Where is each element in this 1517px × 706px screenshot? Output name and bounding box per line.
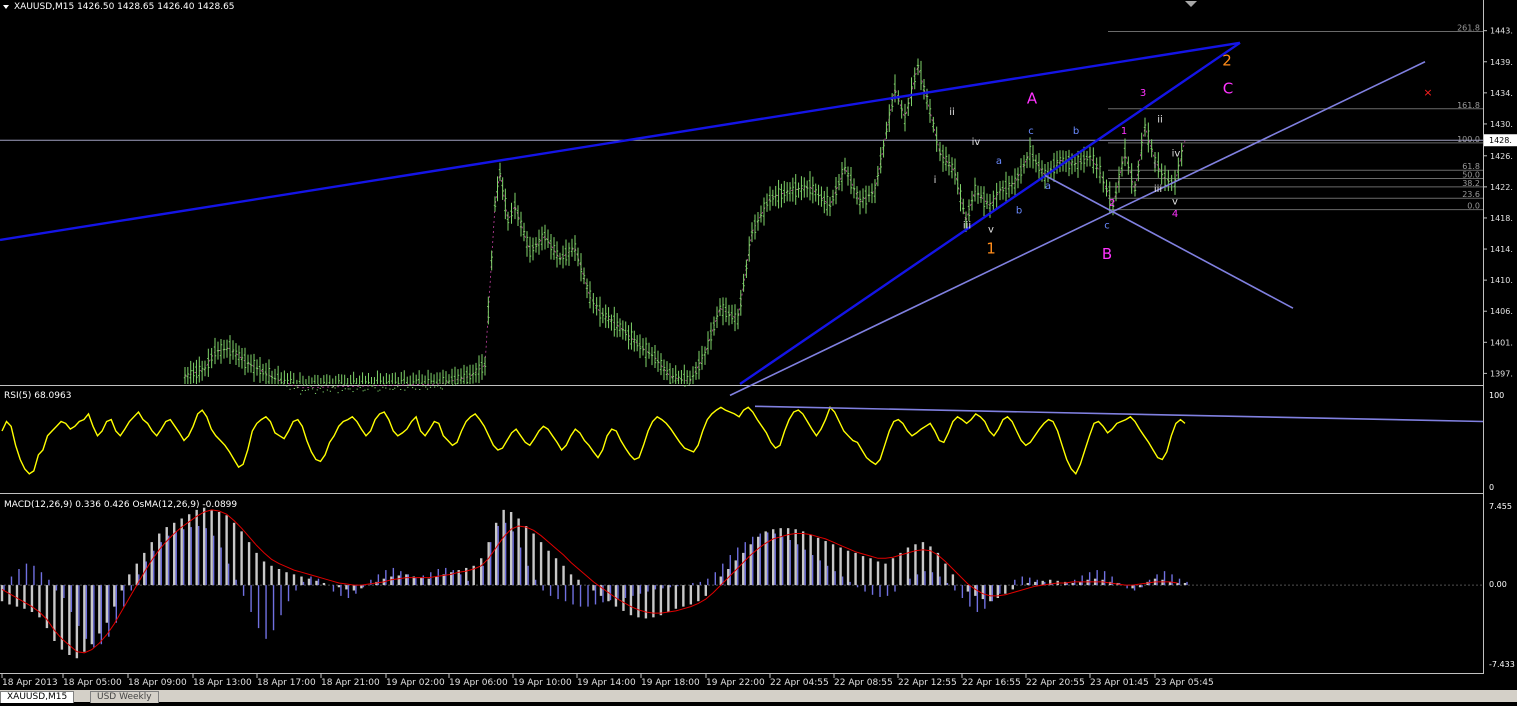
- tab-usd-weekly[interactable]: USD Weekly: [90, 691, 159, 703]
- wave-label: a: [996, 156, 1002, 167]
- chart-canvas[interactable]: 261.8161.8100.061.850.038.223.60.0 ABC12…: [0, 0, 1517, 702]
- rsi-max-label: 100: [1489, 391, 1504, 400]
- price-axis-label: 1414.: [1490, 245, 1513, 254]
- chart-tab-bar: XAUUSD,M15 USD Weekly: [0, 690, 1517, 703]
- fib-level-label: 0.0: [1467, 202, 1480, 211]
- wave-label: 2: [1109, 198, 1115, 209]
- fib-level-label: 261.8: [1457, 23, 1480, 32]
- time-axis-label: 19 Apr 18:00: [641, 678, 700, 688]
- time-axis-label: 22 Apr 08:55: [834, 678, 893, 688]
- price-axis-label: 1410.: [1490, 276, 1513, 285]
- wave-label: b: [1073, 126, 1079, 137]
- macd-bottom-label: -7.433: [1489, 660, 1515, 669]
- target-marker: ×: [1423, 86, 1432, 99]
- tab-xauusd-m15[interactable]: XAUUSD,M15: [0, 691, 75, 703]
- wave-label: ii: [949, 107, 955, 118]
- time-axis-label: 22 Apr 20:55: [1026, 678, 1085, 688]
- macd-top-label: 7.455: [1489, 502, 1512, 511]
- price-axis-label: 1418.: [1490, 214, 1513, 223]
- wave-label: iv: [972, 137, 981, 148]
- time-axis-label: 22 Apr 12:55: [898, 678, 957, 688]
- wave-label: b: [1016, 205, 1022, 216]
- wave-label: iv: [1172, 149, 1181, 160]
- chart-window[interactable]: 261.8 161.8 100.0 61.8 50.0 38.2 23.6 0.0 ABC12…: [0, 0, 1517, 703]
- time-axis-label: 18 Apr 2013: [2, 678, 58, 688]
- fib-level-label: 38.2: [1462, 179, 1480, 188]
- wave-label: 1: [986, 240, 996, 258]
- wave-label: v: [1172, 196, 1178, 207]
- wave-label: C: [1223, 80, 1233, 98]
- wave-label: iii: [963, 221, 971, 232]
- macd-zero-label: 0.00: [1489, 580, 1507, 589]
- chart-background: [0, 0, 1517, 702]
- time-axis-label: 23 Apr 05:45: [1155, 678, 1214, 688]
- time-axis-label: 18 Apr 21:00: [321, 678, 380, 688]
- wave-label: 1: [1121, 126, 1127, 137]
- rsi-label: RSI(5) 68.0963: [4, 391, 71, 401]
- fib-level-label: 100.0: [1457, 135, 1480, 144]
- wave-label: 3: [1140, 88, 1146, 99]
- time-axis-label: 18 Apr 17:00: [257, 678, 316, 688]
- time-axis-label: 23 Apr 01:45: [1090, 678, 1149, 688]
- fib-level-label: 161.8: [1457, 101, 1480, 110]
- time-axis-label: 18 Apr 09:00: [128, 678, 187, 688]
- symbol-title: XAUUSD,M15 1426.50 1428.65 1426.40 1428.…: [14, 2, 235, 12]
- time-axis-label: 19 Apr 10:00: [513, 678, 572, 688]
- macd-label: MACD(12,26,9) 0.336 0.426 OsMA(12,26,9) …: [4, 500, 237, 510]
- wave-label: 4: [1172, 209, 1178, 220]
- time-axis-label: 19 Apr 06:00: [449, 678, 508, 688]
- wave-label: c: [1104, 221, 1110, 232]
- wave-label: ii: [1157, 114, 1163, 125]
- wave-label: B: [1102, 245, 1112, 263]
- time-axis-label: 19 Apr 02:00: [386, 678, 445, 688]
- wave-label: i: [934, 175, 937, 186]
- wave-label: iii: [1154, 184, 1162, 195]
- price-axis-label: 1397.: [1490, 369, 1513, 378]
- wave-label: A: [1027, 89, 1038, 107]
- price-axis-label: 1443.: [1490, 27, 1513, 36]
- time-axis-label: 19 Apr 14:00: [577, 678, 636, 688]
- rsi-min-label: 0: [1489, 483, 1494, 492]
- price-axis-label: 1434.: [1490, 89, 1513, 98]
- current-price-label: 1428.: [1489, 136, 1512, 145]
- price-axis-label: 1426.: [1490, 152, 1513, 161]
- price-axis-label: 1406.: [1490, 307, 1513, 316]
- wave-label: i: [1154, 160, 1157, 171]
- time-axis-label: 22 Apr 16:55: [962, 678, 1021, 688]
- price-axis-label: 1422.: [1490, 183, 1513, 192]
- wave-label: c: [1028, 126, 1034, 137]
- time-axis-label: 19 Apr 22:00: [706, 678, 765, 688]
- price-axis-label: 1439.: [1490, 58, 1513, 67]
- wave-label: a: [1045, 181, 1051, 192]
- wave-label: 2: [1222, 52, 1232, 70]
- time-axis-label: 22 Apr 04:55: [770, 678, 829, 688]
- time-axis-label: 18 Apr 13:00: [193, 678, 252, 688]
- price-axis-label: 1430.: [1490, 120, 1513, 129]
- time-axis-label: 18 Apr 05:00: [63, 678, 122, 688]
- wave-label: v: [988, 224, 994, 235]
- fib-level-label: 23.6: [1462, 190, 1480, 199]
- price-axis-label: 1401.: [1490, 338, 1513, 347]
